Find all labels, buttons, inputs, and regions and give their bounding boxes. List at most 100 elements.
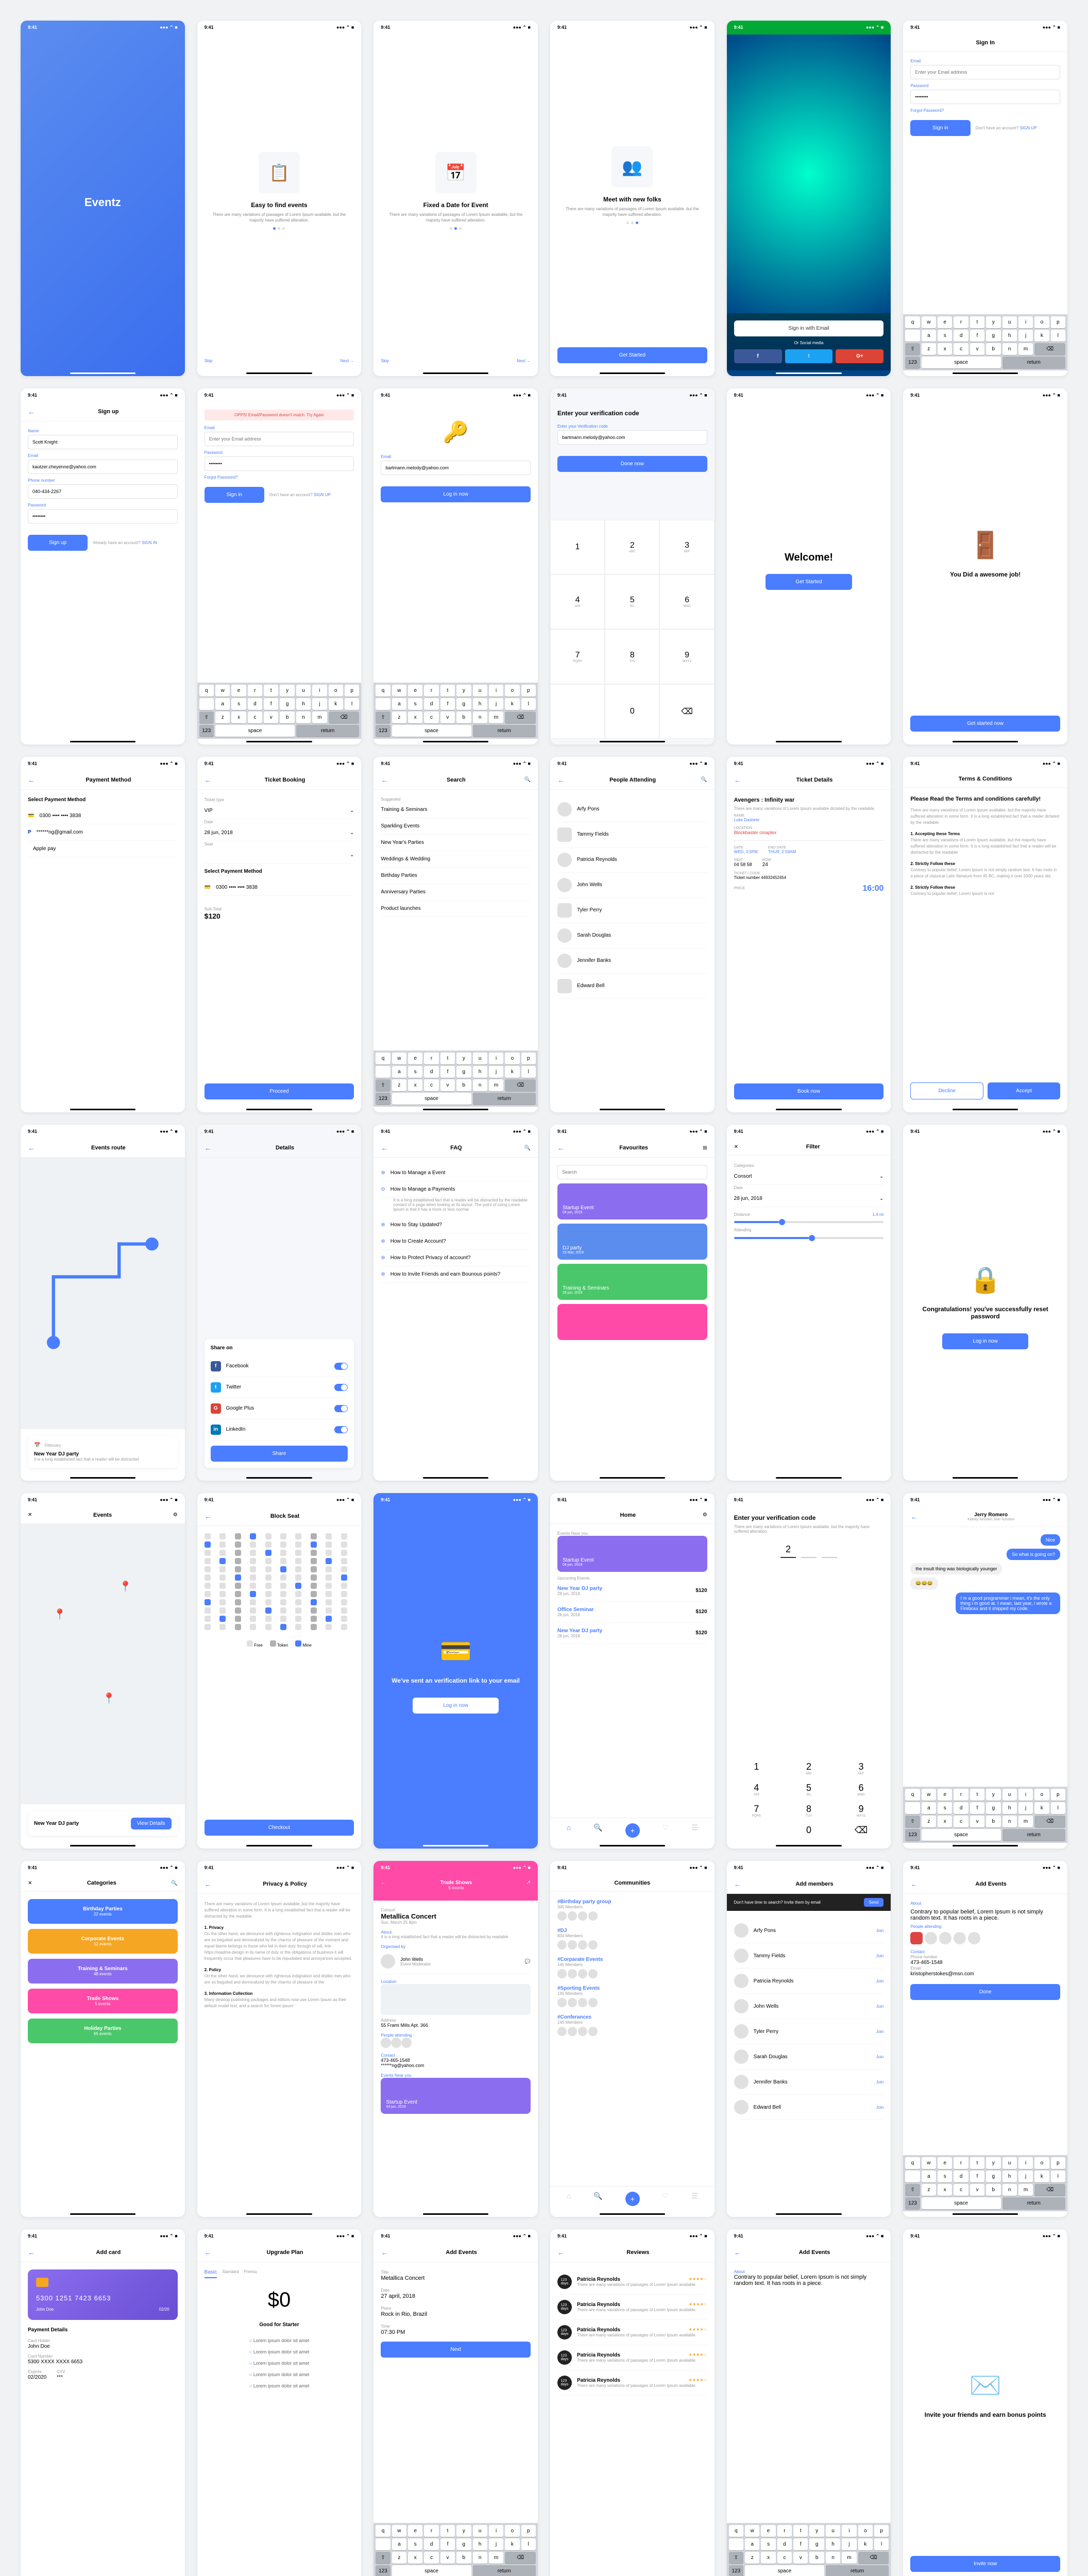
person-item[interactable]: Arfy Pons (557, 797, 707, 822)
faq-item[interactable]: ⊕How to Invite Friends and earn Bounous … (381, 1266, 531, 1283)
seat[interactable] (219, 1533, 226, 1539)
decline-button[interactable]: Decline (910, 1082, 983, 1099)
back-icon[interactable]: ← (910, 1513, 917, 1521)
tab-standard[interactable]: Standard (222, 2269, 239, 2278)
back-icon[interactable]: ← (205, 2248, 212, 2257)
seat[interactable] (250, 1583, 256, 1589)
close-icon[interactable]: ✕ (28, 1880, 32, 1886)
seat[interactable] (235, 1558, 241, 1564)
seat[interactable] (311, 1583, 317, 1589)
signup-button[interactable]: Sign up (28, 535, 88, 551)
person-item[interactable]: Tyler Perry (557, 898, 707, 923)
get-started-button[interactable]: Get started now (910, 716, 1060, 732)
category-card[interactable]: Holiday Parties65 events (28, 2019, 178, 2043)
seat[interactable] (295, 1599, 301, 1605)
seat[interactable] (205, 1550, 211, 1556)
tab-fav[interactable]: ♡ (662, 1823, 669, 1838)
done-button[interactable]: Done now (557, 456, 707, 472)
seat-grid[interactable] (205, 1533, 354, 1630)
seat[interactable] (295, 1541, 301, 1548)
seat[interactable] (326, 1616, 332, 1622)
proceed-button[interactable]: Proceed (205, 1083, 354, 1099)
search-suggestion[interactable]: Birthday Parties (381, 868, 531, 884)
category-card[interactable]: Corporate Events12 events (28, 1929, 178, 1954)
date-select[interactable]: 28 jun, 2018⌄ (734, 1191, 884, 1207)
apple-pay-option[interactable]: Apple pay (28, 841, 178, 857)
seat[interactable] (250, 1616, 256, 1622)
date-select[interactable]: 28 jun, 2018⌄ (205, 825, 354, 841)
seat[interactable] (205, 1624, 211, 1630)
seat[interactable] (295, 1583, 301, 1589)
back-icon[interactable]: ← (205, 1144, 212, 1152)
seat[interactable] (295, 1607, 301, 1614)
seat[interactable] (311, 1624, 317, 1630)
back-icon[interactable]: ← (28, 408, 35, 416)
search-icon[interactable]: 🔍 (524, 777, 531, 783)
seat[interactable] (205, 1599, 211, 1605)
seat[interactable] (280, 1599, 286, 1605)
keyboard[interactable]: qwertyuiopasdfghjkl⇧zxcvbnm⌫123spaceretu… (903, 1787, 1067, 1843)
seat[interactable] (295, 1616, 301, 1622)
search-suggestion[interactable]: Anniversary Parties (381, 884, 531, 901)
back-icon[interactable]: ← (28, 2248, 35, 2257)
keyboard[interactable]: qwertyuiopasdfghjkl⇧zxcvbnm⌫123spaceretu… (373, 2523, 538, 2576)
person-item[interactable]: John Wells (557, 873, 707, 898)
seat[interactable] (326, 1591, 332, 1597)
share-button[interactable]: Share (211, 1446, 348, 1462)
signin-button[interactable]: Sign in (910, 120, 970, 136)
filter-icon[interactable]: ⚙ (703, 1512, 707, 1518)
seat[interactable] (280, 1616, 286, 1622)
tab-search[interactable]: 🔍 (593, 1823, 602, 1838)
seat[interactable] (250, 1558, 256, 1564)
seat[interactable] (219, 1566, 226, 1572)
seat[interactable] (265, 1541, 271, 1548)
done-button[interactable]: Done (910, 1984, 1060, 2000)
back-icon[interactable]: ← (205, 776, 212, 784)
seat[interactable] (235, 1599, 241, 1605)
back-icon[interactable]: ← (205, 1880, 212, 1888)
seat[interactable] (219, 1558, 226, 1564)
keyboard[interactable]: qwertyuiopasdfghjkl⇧zxcvbnm⌫123spaceretu… (373, 1050, 538, 1107)
seat[interactable] (311, 1566, 317, 1572)
keyboard[interactable]: qwertyuiopasdfghjkl⇧zxcvbnm⌫123spaceretu… (197, 683, 362, 739)
faq-item[interactable]: ⊕How to Manage a Event (381, 1165, 531, 1181)
close-icon[interactable]: ✕ (28, 1512, 32, 1518)
numpad-key[interactable]: 8TUV (786, 1804, 831, 1818)
event-item[interactable]: Office Seminar28 jun, 2018$120 (557, 1602, 707, 1623)
person-item[interactable]: Sarah Douglas (557, 923, 707, 948)
code-input[interactable] (557, 430, 707, 445)
person-item[interactable]: Jennifer Banks (557, 948, 707, 974)
skip-button[interactable]: Skip (381, 359, 389, 363)
seat[interactable] (205, 1616, 211, 1622)
pin-icon[interactable]: 📍 (54, 1608, 66, 1621)
numpad-key[interactable]: 6MNO (839, 1783, 884, 1797)
community-group[interactable]: #Corparate Events145 Members (557, 1957, 707, 1978)
seat[interactable] (205, 1583, 211, 1589)
seat[interactable] (341, 1599, 347, 1605)
favourite-card[interactable]: DJ party15 Mar, 2019 (557, 1224, 707, 1260)
seat[interactable] (265, 1624, 271, 1630)
favourite-card[interactable] (557, 1304, 707, 1340)
back-icon[interactable]: ← (381, 1880, 386, 1886)
seat[interactable] (219, 1583, 226, 1589)
seat[interactable] (280, 1558, 286, 1564)
share-option[interactable]: tTwitter (211, 1377, 348, 1398)
name-input[interactable] (28, 435, 178, 449)
seat[interactable] (280, 1574, 286, 1581)
book-now-button[interactable]: Book now (734, 1083, 884, 1099)
numpad-key[interactable]: 4GHI (734, 1783, 779, 1797)
numpad[interactable]: 12ABC3DEF4GHI5JKL6MNO7PQRS8TUV9WXYZ0⌫ (727, 1754, 891, 1843)
seat[interactable] (311, 1558, 317, 1564)
numpad-key[interactable]: 1 (734, 1761, 779, 1775)
seat[interactable] (295, 1574, 301, 1581)
seat[interactable] (280, 1591, 286, 1597)
faq-item[interactable]: ⊕How to Protect Privacy of account? (381, 1250, 531, 1266)
numpad-key[interactable]: 7PQRS (734, 1804, 779, 1818)
pin-icon[interactable]: 📍 (119, 1580, 132, 1593)
pin-digit[interactable] (801, 1544, 817, 1558)
search-suggestion[interactable]: Training & Seminars (381, 802, 531, 818)
search-input[interactable] (557, 1165, 707, 1179)
phone-input[interactable] (28, 484, 178, 499)
favourite-card[interactable]: Training & Seminars28 jun, 2019 (557, 1264, 707, 1300)
person-item[interactable]: Edward Bell (557, 974, 707, 999)
